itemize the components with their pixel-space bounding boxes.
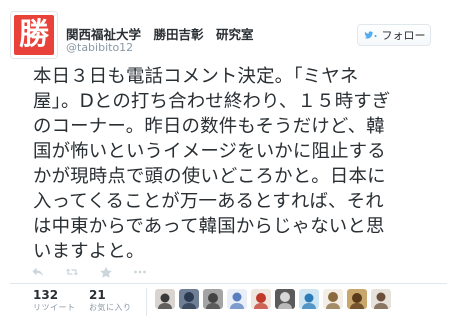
tweet-line: いますよと。 bbox=[33, 241, 145, 262]
more-dots-icon[interactable] bbox=[133, 266, 147, 278]
retweet-count: 132 bbox=[33, 288, 59, 302]
tweet-line: 国が怖いというイメージをいかに阻止する bbox=[33, 141, 386, 162]
favorite-count: 21 bbox=[89, 288, 106, 302]
avatar-10[interactable] bbox=[371, 289, 391, 309]
tweet-line: 屋」。Dとの打ち合わせ終わり、１５時すぎ bbox=[33, 91, 391, 112]
tweet-text: 本日３日も電話コメント決定。「ミヤネ 屋」。Dとの打ち合わせ終わり、１５時すぎ … bbox=[33, 64, 428, 264]
user-handle[interactable]: @tabibito12 bbox=[66, 41, 133, 54]
favorite-stat[interactable]: 21 お気に入り bbox=[89, 288, 132, 314]
avatar-5[interactable] bbox=[251, 289, 271, 309]
avatar-6[interactable] bbox=[275, 289, 295, 309]
avatar-7[interactable] bbox=[299, 289, 319, 309]
tweet-line: は中東からであって韓国からじゃないと思 bbox=[33, 216, 385, 237]
favorite-star-icon[interactable] bbox=[99, 266, 113, 278]
avatar-4[interactable] bbox=[227, 289, 247, 309]
retweet-stat[interactable]: 132 リツイート bbox=[33, 288, 76, 314]
tweet-card: 勝 関西福祉大学 勝田吉彰 研究室 @tabibito12 フォロー 本日３日も… bbox=[0, 0, 457, 322]
avatar-logo: 勝 bbox=[14, 15, 54, 55]
tweet-line: のコーナー。昨日の数件もそうだけど、韓 bbox=[33, 116, 385, 137]
avatar-8[interactable] bbox=[323, 289, 343, 309]
follow-button-label: フォロー bbox=[381, 29, 426, 42]
tweet-actions bbox=[31, 265, 147, 279]
tweet-line: 入ってくることが万一あるとすれば、それ bbox=[33, 191, 384, 212]
stats-divider bbox=[146, 288, 147, 316]
retweet-label: リツイート bbox=[33, 303, 76, 312]
avatar-2[interactable] bbox=[179, 289, 199, 309]
avatar-9[interactable] bbox=[347, 289, 367, 309]
avatar-1[interactable] bbox=[155, 289, 175, 309]
avatar[interactable]: 勝 bbox=[10, 11, 58, 59]
tweet-line: かが現時点で頭の使いどころかと。日本に bbox=[33, 166, 386, 187]
tweet-line: 本日３日も電話コメント決定。「ミヤネ bbox=[33, 66, 359, 87]
follow-bird-plus-icon bbox=[363, 31, 376, 39]
retweet-icon[interactable] bbox=[65, 266, 79, 278]
follow-button[interactable]: フォロー bbox=[357, 24, 431, 46]
avatar-3[interactable] bbox=[203, 289, 223, 309]
favorite-label: お気に入り bbox=[89, 303, 132, 312]
reply-icon[interactable] bbox=[31, 266, 45, 278]
divider bbox=[10, 283, 447, 284]
favoriter-avatars bbox=[155, 289, 391, 309]
